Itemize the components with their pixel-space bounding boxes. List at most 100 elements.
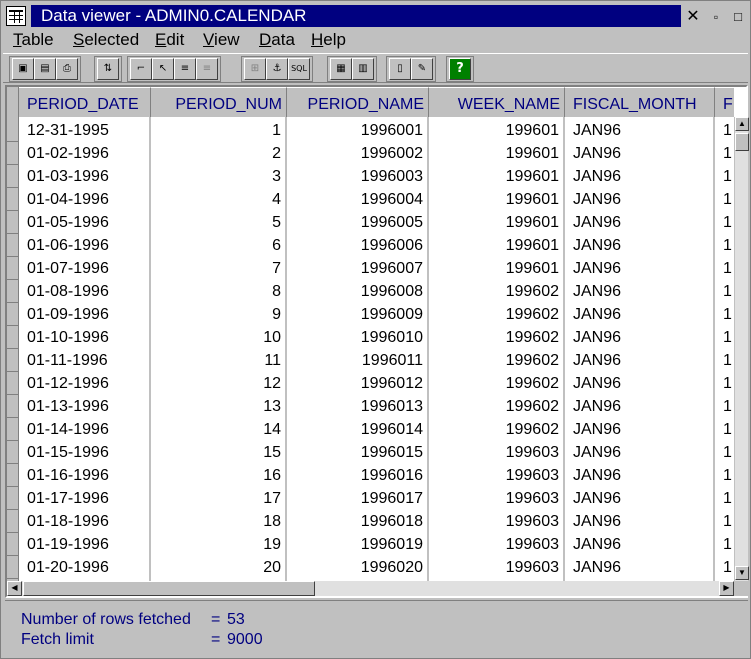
sort-icon[interactable]: ⇅	[97, 58, 119, 80]
table-cell[interactable]: JAN96	[565, 556, 715, 579]
table-cell[interactable]: 01-04-1996	[19, 188, 151, 211]
table-cell[interactable]: 1996017	[287, 487, 429, 510]
table-row[interactable]: 01-04-1996 4 1996004 199601 JAN96 1	[7, 188, 734, 211]
table-cell[interactable]: 1996016	[287, 464, 429, 487]
table-cell[interactable]: JAN96	[565, 349, 715, 372]
column-header-period-date[interactable]: PERIOD_DATE	[19, 87, 151, 117]
pencil-icon[interactable]: ✎	[411, 58, 433, 80]
horizontal-scrollbar[interactable]: ◀ ▶	[7, 581, 734, 596]
scroll-right-icon[interactable]: ▶	[719, 581, 734, 596]
row-selector[interactable]	[7, 326, 19, 349]
row-selector[interactable]	[7, 556, 19, 579]
table-cell[interactable]: 1	[715, 326, 734, 349]
scroll-up-icon[interactable]: ▲	[735, 117, 749, 131]
table-cell[interactable]: 01-19-1996	[19, 533, 151, 556]
table-cell[interactable]: 01-07-1996	[19, 257, 151, 280]
table-cell[interactable]: 01-13-1996	[19, 395, 151, 418]
table-cell[interactable]: 1996006	[287, 234, 429, 257]
table-cell[interactable]: 1	[715, 165, 734, 188]
table-cell[interactable]: 1996015	[287, 441, 429, 464]
table-cell[interactable]: JAN96	[565, 119, 715, 142]
table-cell[interactable]: JAN96	[565, 487, 715, 510]
table-cell[interactable]: JAN96	[565, 142, 715, 165]
table-cell[interactable]: 4	[151, 188, 287, 211]
table-cell[interactable]: 199601	[429, 211, 565, 234]
table-icon[interactable]	[6, 6, 26, 26]
table-cell[interactable]: 1	[715, 234, 734, 257]
table-cell[interactable]: 1	[715, 372, 734, 395]
table-row[interactable]: 01-03-1996 3 1996003 199601 JAN96 1	[7, 165, 734, 188]
table-cell[interactable]: 7	[151, 257, 287, 280]
table-row[interactable]: 01-17-1996 17 1996017 199603 JAN96 1	[7, 487, 734, 510]
row-selector[interactable]	[7, 441, 19, 464]
row-selector[interactable]	[7, 303, 19, 326]
row-selector[interactable]	[7, 165, 19, 188]
table-cell[interactable]: JAN96	[565, 303, 715, 326]
table-cell[interactable]: 01-08-1996	[19, 280, 151, 303]
table-cell[interactable]: 1996004	[287, 188, 429, 211]
table-cell[interactable]: 199602	[429, 280, 565, 303]
table-cell[interactable]: JAN96	[565, 211, 715, 234]
anchor-icon[interactable]: ⚓	[266, 58, 288, 80]
table-cell[interactable]: 1	[715, 510, 734, 533]
table-cell[interactable]: 01-11-1996	[19, 349, 151, 372]
table-cell[interactable]: 19	[151, 533, 287, 556]
table-cell[interactable]: 1996009	[287, 303, 429, 326]
table-cell[interactable]: JAN96	[565, 441, 715, 464]
table-cell[interactable]: JAN96	[565, 188, 715, 211]
menu-view[interactable]: View	[203, 30, 240, 50]
table-row[interactable]: 01-14-1996 14 1996014 199602 JAN96 1	[7, 418, 734, 441]
table-row[interactable]: 01-11-1996 11 1996011 199602 JAN96 1	[7, 349, 734, 372]
table-cell[interactable]: 01-10-1996	[19, 326, 151, 349]
table-cell[interactable]: 1	[715, 556, 734, 579]
row-selector[interactable]	[7, 372, 19, 395]
book-icon[interactable]: ▯	[389, 58, 411, 80]
select-icon[interactable]: ↖	[152, 58, 174, 80]
table-cell[interactable]: 01-16-1996	[19, 464, 151, 487]
table-cell[interactable]: 01-18-1996	[19, 510, 151, 533]
table-cell[interactable]: 1996005	[287, 211, 429, 234]
table-cell[interactable]: 1	[715, 441, 734, 464]
table-cell[interactable]: 199602	[429, 349, 565, 372]
row-selector[interactable]	[7, 119, 19, 142]
table-cell[interactable]: 199601	[429, 119, 565, 142]
table-row[interactable]: 01-13-1996 13 1996013 199602 JAN96 1	[7, 395, 734, 418]
table-cell[interactable]: 1996007	[287, 257, 429, 280]
table-cell[interactable]: 1996011	[287, 349, 429, 372]
table-row[interactable]: 01-02-1996 2 1996002 199601 JAN96 1	[7, 142, 734, 165]
data-grid[interactable]: PERIOD_DATE PERIOD_NUM PERIOD_NAME WEEK_NAM…	[7, 87, 734, 581]
table-cell[interactable]: 1996012	[287, 372, 429, 395]
sql-icon[interactable]: SQL	[288, 58, 310, 80]
table-cell[interactable]: 01-03-1996	[19, 165, 151, 188]
minimize-icon[interactable]: ▫	[706, 7, 726, 27]
table-cell[interactable]: 1996014	[287, 418, 429, 441]
open-icon[interactable]: ▤	[34, 58, 56, 80]
row-selector[interactable]	[7, 533, 19, 556]
scroll-left-icon[interactable]: ◀	[7, 581, 22, 596]
table-cell[interactable]: 199603	[429, 441, 565, 464]
table-cell[interactable]: 1	[715, 395, 734, 418]
table-cell[interactable]: 8	[151, 280, 287, 303]
table-cell[interactable]: 01-02-1996	[19, 142, 151, 165]
table-cell[interactable]: 1	[715, 257, 734, 280]
table-cell[interactable]: 199603	[429, 556, 565, 579]
table-cell[interactable]: 1996002	[287, 142, 429, 165]
table-cell[interactable]: 12	[151, 372, 287, 395]
table-cell[interactable]: 10	[151, 326, 287, 349]
table-cell[interactable]: 01-09-1996	[19, 303, 151, 326]
table-cell[interactable]: 11	[151, 349, 287, 372]
table-cell[interactable]: 1	[715, 211, 734, 234]
table-cell[interactable]: JAN96	[565, 464, 715, 487]
table-row[interactable]: 01-09-1996 9 1996009 199602 JAN96 1	[7, 303, 734, 326]
table-cell[interactable]: 199602	[429, 418, 565, 441]
table-cell[interactable]: 01-06-1996	[19, 234, 151, 257]
table-cell[interactable]: 199603	[429, 464, 565, 487]
table-row[interactable]: 01-18-1996 18 1996018 199603 JAN96 1	[7, 510, 734, 533]
table-cell[interactable]: 1	[715, 280, 734, 303]
table-cell[interactable]: 1	[715, 533, 734, 556]
close-icon[interactable]: ✕	[683, 7, 703, 27]
table-cell[interactable]: 199601	[429, 188, 565, 211]
table-cell[interactable]: 14	[151, 418, 287, 441]
maximize-icon[interactable]: □	[728, 7, 748, 27]
row-selector[interactable]	[7, 349, 19, 372]
